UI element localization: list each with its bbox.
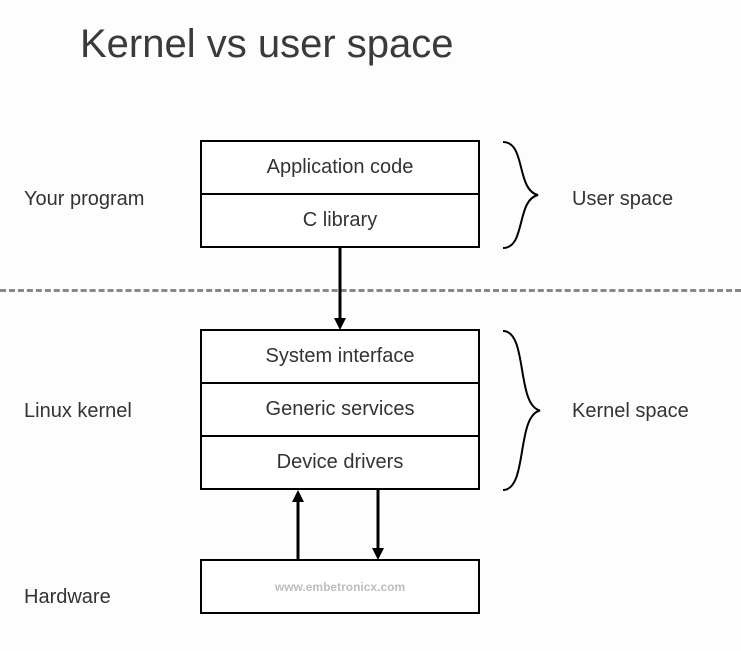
label-kernel-space: Kernel space [572,400,689,423]
page-title: Kernel vs user space [80,22,454,67]
box-generic-services: Generic services [200,382,480,437]
divider-dashed [0,289,741,292]
box-label: System interface [266,345,415,368]
watermark-text: www.embetronicx.com [275,580,405,594]
box-label: C library [303,209,377,232]
box-label: Application code [267,156,414,179]
arrow-up-icon [290,490,306,560]
arrow-down-icon [370,490,386,560]
label-your-program: Your program [24,188,189,211]
label-linux-kernel: Linux kernel [24,400,189,423]
box-label: Generic services [266,398,415,421]
label-user-space: User space [572,188,673,211]
label-hardware: Hardware [24,586,189,609]
box-system-interface: System interface [200,329,480,384]
brace-kernel-space-icon [498,329,558,492]
arrow-down-icon [332,248,348,330]
box-hardware: www.embetronicx.com [200,559,480,614]
brace-user-space-icon [498,140,558,250]
box-device-drivers: Device drivers [200,435,480,490]
box-label: Device drivers [277,451,404,474]
box-application-code: Application code [200,140,480,195]
box-c-library: C library [200,193,480,248]
